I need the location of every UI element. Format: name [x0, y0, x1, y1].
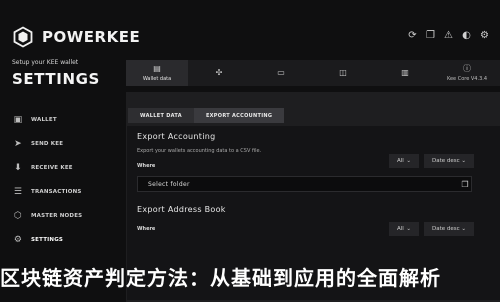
sidebar-item-label: TRANSACTIONS	[31, 189, 82, 195]
chevron-down-icon: ⌄	[406, 226, 411, 232]
sidebar-item-receive-kee[interactable]: ⬇ RECEIVE KEE	[12, 156, 82, 180]
network-icon: ✣	[215, 68, 223, 77]
copy-folder-icon[interactable]: ❐	[460, 179, 470, 189]
transactions-icon: ☰	[13, 187, 23, 197]
powerkee-logo-icon	[13, 26, 33, 48]
info-icon: ⓘ	[463, 63, 471, 73]
copy-icon[interactable]: ❐	[425, 30, 436, 41]
top-toolbar: ⟳ ❐ ⚠ ◐ ⚙	[407, 30, 490, 41]
debug-icon: ▥	[401, 68, 409, 77]
panel-tabs: WALLET DATA EXPORT ACCOUNTING	[128, 108, 285, 123]
sidebar-nav: ▣ WALLET ➤ SEND KEE ⬇ RECEIVE KEE ☰ TRAN…	[12, 108, 82, 252]
sidebar-item-transactions[interactable]: ☰ TRANSACTIONS	[12, 180, 82, 204]
tab-security[interactable]: ◫	[312, 60, 374, 86]
filter-all-value: All	[397, 158, 404, 164]
export-accounting-title: Export Accounting	[137, 132, 216, 141]
app-name: POWERKEE	[42, 28, 141, 46]
address-filter-all-value: All	[397, 226, 404, 232]
sidebar-item-master-nodes[interactable]: ⬡ MASTER NODES	[12, 204, 82, 228]
sidebar-item-label: WALLET	[31, 117, 57, 123]
sync-icon[interactable]: ⟳	[407, 30, 418, 41]
wallet-data-icon: ▤	[153, 63, 161, 73]
settings-icon: ⚙	[13, 235, 23, 245]
receive-icon: ⬇	[14, 163, 22, 173]
where-label: Where	[137, 163, 156, 169]
where-label: Where	[137, 226, 156, 232]
filter-all-select[interactable]: All ⌄	[389, 154, 419, 168]
sidebar-item-wallet[interactable]: ▣ WALLET	[12, 108, 82, 132]
chevron-down-icon: ⌄	[461, 158, 466, 164]
send-icon: ➤	[14, 139, 22, 149]
display-icon: ▭	[277, 68, 285, 77]
alert-icon[interactable]: ⚠	[443, 30, 454, 41]
panel-tab-wallet-data[interactable]: WALLET DATA	[128, 108, 194, 123]
page-title: SETTINGS	[12, 70, 100, 88]
filter-date-value: Date desc	[432, 158, 460, 164]
panel-tab-export-accounting[interactable]: EXPORT ACCOUNTING	[193, 108, 285, 123]
tab-wallet-data[interactable]: ▤ Wallet data	[126, 60, 188, 86]
sidebar-item-label: RECEIVE KEE	[31, 165, 73, 171]
lock-icon: ◫	[339, 68, 347, 77]
sidebar-item-settings[interactable]: ⚙ SETTINGS	[12, 228, 82, 252]
address-filter-date-value: Date desc	[432, 226, 460, 232]
address-filter-all-select[interactable]: All ⌄	[389, 222, 419, 236]
masternodes-icon: ⬡	[13, 211, 23, 221]
settings-tabs: ▤ Wallet data ✣ ▭ ◫ ▥ ⓘ Kee Core V4.3.4	[126, 60, 500, 86]
sidebar-item-label: SEND KEE	[31, 141, 64, 147]
tab-network[interactable]: ✣	[188, 60, 250, 86]
filter-date-select[interactable]: Date desc ⌄	[424, 154, 474, 168]
tab-label: Wallet data	[142, 75, 172, 82]
chevron-down-icon: ⌄	[406, 158, 411, 164]
chevron-down-icon: ⌄	[461, 226, 466, 232]
export-accounting-description: Export your wallets accounting data to a…	[137, 148, 262, 154]
sidebar-item-label: MASTER NODES	[31, 213, 83, 219]
folder-select-value: Select folder	[148, 180, 190, 188]
sidebar-item-send-kee[interactable]: ➤ SEND KEE	[12, 132, 82, 156]
overlay-banner-text: 区块链资产判定方法：从基础到应用的全面解析	[0, 266, 441, 290]
export-address-book-title: Export Address Book	[137, 205, 226, 214]
folder-select-field[interactable]: Select folder	[137, 176, 472, 192]
settings-icon[interactable]: ⚙	[479, 30, 490, 41]
tab-label: Kee Core V4.3.4	[446, 75, 488, 82]
tab-about[interactable]: ⓘ Kee Core V4.3.4	[436, 60, 498, 86]
tab-debug[interactable]: ▥	[374, 60, 436, 86]
brightness-icon[interactable]: ◐	[461, 30, 472, 41]
address-filter-date-select[interactable]: Date desc ⌄	[424, 222, 474, 236]
wallet-icon: ▣	[13, 115, 23, 125]
app-logo: POWERKEE	[12, 26, 140, 48]
app-subtitle: Setup your KEE wallet	[12, 59, 79, 66]
tab-display[interactable]: ▭	[250, 60, 312, 86]
sidebar-item-label: SETTINGS	[31, 237, 64, 243]
